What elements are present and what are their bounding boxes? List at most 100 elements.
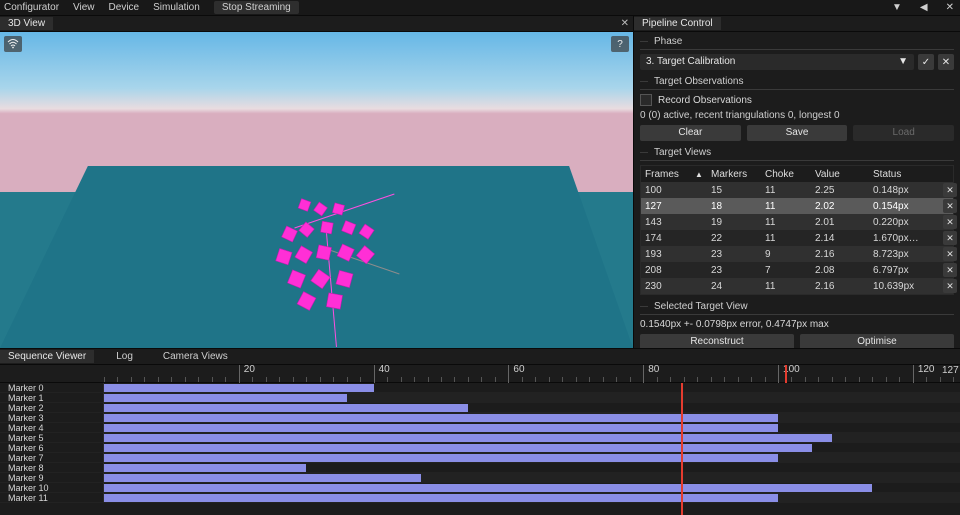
track-lane[interactable] (104, 443, 960, 452)
table-row[interactable]: 17422112.141.670px…✕ (641, 230, 953, 246)
track-label: Marker 8 (0, 463, 104, 472)
track-segment[interactable] (104, 404, 468, 412)
track-segment[interactable] (104, 464, 306, 472)
track-row[interactable]: Marker 2 (0, 403, 960, 413)
track-row[interactable]: Marker 8 (0, 463, 960, 473)
table-row[interactable]: 12718112.020.154px✕ (641, 198, 953, 214)
window-close-icon[interactable]: ✕ (944, 2, 956, 13)
stop-streaming-button[interactable]: Stop Streaming (214, 1, 299, 14)
tab-camera-views[interactable]: Camera Views (155, 350, 236, 363)
row-delete-button[interactable]: ✕ (943, 231, 957, 245)
tab-log[interactable]: Log (108, 350, 141, 363)
track-segment[interactable] (104, 384, 374, 392)
cell-status: 6.797px (873, 265, 943, 276)
track-lane[interactable] (104, 403, 960, 412)
sequence-viewer-panel: Sequence Viewer Log Camera Views 2040608… (0, 348, 960, 515)
track-row[interactable]: Marker 5 (0, 433, 960, 443)
menu-simulation[interactable]: Simulation (153, 2, 200, 13)
track-segment[interactable] (104, 484, 872, 492)
cell-status: 8.723px (873, 249, 943, 260)
target-views-group-label: Target Views (640, 145, 954, 161)
row-delete-button[interactable]: ✕ (943, 263, 957, 277)
ruler-major-tick: 80 (643, 365, 644, 383)
menu-device[interactable]: Device (109, 2, 140, 13)
track-lane[interactable] (104, 473, 960, 482)
track-segment[interactable] (104, 444, 812, 452)
table-row[interactable]: 2082372.086.797px✕ (641, 262, 953, 278)
track-row[interactable]: Marker 4 (0, 423, 960, 433)
optimise-button[interactable]: Optimise (800, 334, 954, 348)
table-row[interactable]: 23024112.1610.639px✕ (641, 278, 953, 294)
table-row[interactable]: 10015112.250.148px✕ (641, 182, 953, 198)
track-row[interactable]: Marker 6 (0, 443, 960, 453)
track-lane[interactable] (104, 453, 960, 462)
track-segment[interactable] (104, 474, 421, 482)
tab-pipeline-control[interactable]: Pipeline Control (634, 17, 721, 30)
track-lane[interactable] (104, 463, 960, 472)
timeline-ruler[interactable]: 20406080100120127 (0, 365, 960, 383)
track-lane[interactable] (104, 393, 960, 402)
col-value[interactable]: Value (815, 169, 873, 180)
phase-accept-button[interactable]: ✓ (918, 54, 934, 70)
track-row[interactable]: Marker 10 (0, 483, 960, 493)
track-segment[interactable] (104, 434, 832, 442)
window-back-icon[interactable]: ◀ (918, 2, 930, 13)
track-lane[interactable] (104, 433, 960, 442)
playhead[interactable] (681, 383, 683, 515)
phase-cancel-button[interactable]: ✕ (938, 54, 954, 70)
row-delete-button[interactable]: ✕ (943, 199, 957, 213)
track-row[interactable]: Marker 3 (0, 413, 960, 423)
tab-3d-view[interactable]: 3D View (0, 17, 53, 30)
track-label: Marker 4 (0, 423, 104, 432)
track-segment[interactable] (104, 454, 778, 462)
cell-frames: 230 (645, 281, 695, 292)
col-choke[interactable]: Choke (765, 169, 815, 180)
track-row[interactable]: Marker 11 (0, 493, 960, 503)
track-lane[interactable] (104, 413, 960, 422)
track-row[interactable]: Marker 0 (0, 383, 960, 393)
cell-markers: 23 (711, 265, 765, 276)
clear-button[interactable]: Clear (640, 125, 741, 141)
track-row[interactable]: Marker 7 (0, 453, 960, 463)
row-delete-button[interactable]: ✕ (943, 183, 957, 197)
reconstruct-button[interactable]: Reconstruct (640, 334, 794, 348)
row-delete-button[interactable]: ✕ (943, 247, 957, 261)
cell-frames: 143 (645, 217, 695, 228)
row-delete-button[interactable]: ✕ (943, 215, 957, 229)
track-segment[interactable] (104, 494, 778, 502)
playhead[interactable] (785, 365, 787, 383)
table-header[interactable]: Frames ▲ Markers Choke Value Status (641, 166, 953, 182)
col-status[interactable]: Status (873, 169, 943, 180)
row-delete-button[interactable]: ✕ (943, 279, 957, 293)
track-lane[interactable] (104, 483, 960, 492)
cell-value: 2.16 (815, 281, 873, 292)
track-segment[interactable] (104, 414, 778, 422)
cell-choke: 9 (765, 249, 815, 260)
record-observations-checkbox[interactable] (640, 94, 652, 106)
timeline-tracks[interactable]: Marker 0Marker 1Marker 2Marker 3Marker 4… (0, 383, 960, 515)
cell-frames: 208 (645, 265, 695, 276)
track-lane[interactable] (104, 383, 960, 392)
track-row[interactable]: Marker 9 (0, 473, 960, 483)
help-icon[interactable]: ? (611, 36, 629, 52)
col-markers[interactable]: Markers (711, 169, 765, 180)
table-row[interactable]: 14319112.010.220px✕ (641, 214, 953, 230)
table-row[interactable]: 1932392.168.723px✕ (641, 246, 953, 262)
track-label: Marker 10 (0, 483, 104, 492)
track-segment[interactable] (104, 394, 347, 402)
col-frames[interactable]: Frames (645, 169, 695, 180)
track-lane[interactable] (104, 493, 960, 502)
track-row[interactable]: Marker 1 (0, 393, 960, 403)
3d-view-close-icon[interactable]: ✕ (621, 18, 629, 29)
save-button[interactable]: Save (747, 125, 848, 141)
track-label: Marker 7 (0, 453, 104, 462)
wifi-icon[interactable] (4, 36, 22, 52)
window-dropdown-icon[interactable]: ▼ (890, 2, 904, 13)
tab-sequence-viewer[interactable]: Sequence Viewer (0, 350, 94, 363)
track-segment[interactable] (104, 424, 778, 432)
track-lane[interactable] (104, 423, 960, 432)
menu-view[interactable]: View (73, 2, 95, 13)
phase-select[interactable]: 3. Target Calibration ▼ (640, 54, 914, 70)
3d-viewport[interactable]: ? (0, 32, 633, 348)
menu-configurator[interactable]: Configurator (4, 2, 59, 13)
